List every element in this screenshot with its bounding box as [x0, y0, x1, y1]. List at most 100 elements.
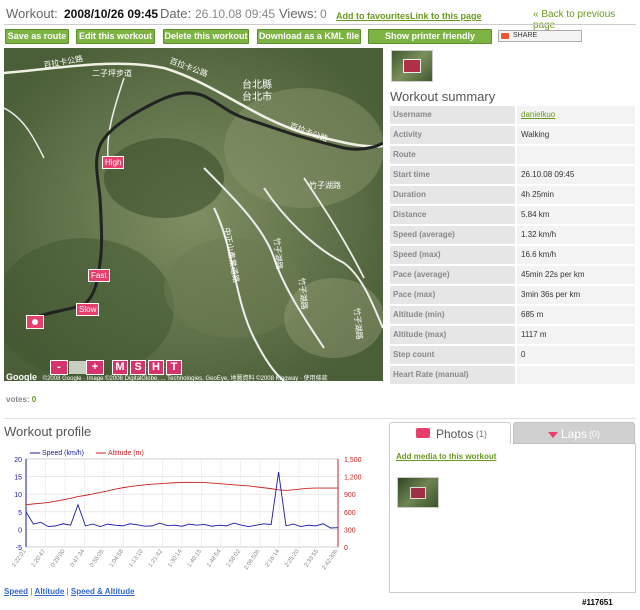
summary-value: 16.6 km/h	[517, 246, 635, 264]
map-marker-high[interactable]: High	[102, 156, 125, 169]
summary-key: Duration	[390, 186, 515, 204]
altitude-chart-link[interactable]: Altitude	[35, 587, 65, 596]
votes: votes: 0	[6, 395, 36, 404]
summary-value: 3min 36s per km	[517, 286, 635, 304]
y-left-tick: 0	[18, 527, 22, 534]
summary-row: Distance 5.84 km	[390, 206, 635, 226]
y-left-tick: 15	[14, 475, 22, 482]
votes-label: votes:	[6, 395, 30, 404]
summary-row: Step count 0	[390, 346, 635, 366]
speed-altitude-chart-link[interactable]: Speed & Altitude	[71, 587, 135, 596]
y-right-tick: 0	[344, 545, 348, 552]
workout-photo-thumbnail[interactable]	[391, 50, 433, 82]
summary-row: Username danielkuo	[390, 106, 635, 126]
summary-row: Start time 26.10.08 09:45	[390, 166, 635, 186]
route-map[interactable]: 台北縣 台北市 百拉卡公路 百拉卡公路 百拉卡公路 中正山產業道路 竹子湖路 竹…	[4, 48, 383, 381]
summary-value: 685 m	[517, 306, 635, 324]
profile-title: Workout profile	[4, 424, 92, 439]
date-value: 26.10.08 09:45	[195, 7, 276, 21]
summary-key: Altitude (min)	[390, 306, 515, 324]
summary-key: Step count	[390, 346, 515, 364]
x-tick-label: 2:33:55	[304, 548, 321, 568]
add-to-favourites-link[interactable]: Add to favourites	[336, 11, 410, 21]
link-to-page-link[interactable]: Link to this page	[410, 11, 482, 21]
y-right-tick: 1,500	[344, 457, 362, 464]
camera-icon	[416, 428, 430, 438]
back-to-previous-link[interactable]: « Back to previous page	[533, 9, 640, 31]
tab-laps[interactable]: Laps (0)	[513, 422, 635, 444]
download-kml-button[interactable]: Download as a KML file	[257, 29, 361, 44]
map-copyright: ©2008 Google · Image ©2008 DigitalGlobe,…	[42, 376, 328, 382]
summary-key: Speed (max)	[390, 246, 515, 264]
media-panel	[389, 443, 636, 593]
username-link[interactable]: danielkuo	[517, 106, 635, 124]
photos-tab-label: Photos	[436, 427, 474, 441]
x-tick-label: 1:13:10	[128, 548, 145, 568]
summary-key: Pace (average)	[390, 266, 515, 284]
summary-table: Username danielkuo Activity Walking Route Sta…	[390, 106, 635, 386]
map-label-county: 台北縣	[242, 78, 272, 91]
workout-header: Workout: 2008/10/26 09:45 Date: 26.10.08…	[0, 0, 640, 31]
photo-marker-icon	[410, 487, 426, 499]
summary-key: Activity	[390, 126, 515, 144]
views-count: 0	[320, 7, 327, 21]
map-label-trail: 二子坪步道	[92, 68, 132, 78]
legend-speed-label: Speed (km/h)	[42, 450, 84, 457]
delete-workout-button[interactable]: Delete this workout	[163, 29, 249, 44]
summary-key: Start time	[390, 166, 515, 184]
summary-value: 45min 22s per km	[517, 266, 635, 284]
votes-count: 0	[31, 395, 37, 404]
workout-profile-chart: -50510152003006009001,2001,5001:22:01 1:2…	[11, 450, 362, 572]
printer-friendly-button[interactable]: Show printer friendly version	[368, 29, 492, 54]
google-logo: Google	[6, 372, 37, 382]
summary-value: 26.10.08 09:45	[517, 166, 635, 184]
share-button[interactable]: SHARE	[498, 30, 582, 42]
summary-row: Route	[390, 146, 635, 166]
map-marker-fast[interactable]: Fast	[88, 269, 110, 282]
map-attribution: Google ©2008 Google · Image ©2008 Digita…	[6, 372, 382, 382]
tab-photos[interactable]: Photos (1)	[389, 422, 511, 444]
date-label: Date:	[160, 6, 192, 21]
summary-value: 0	[517, 346, 635, 364]
y-right-tick: 1,200	[344, 475, 362, 482]
summary-row: Activity Walking	[390, 126, 635, 146]
map-label-city: 台北市	[242, 90, 272, 103]
y-left-tick: 10	[14, 492, 22, 499]
summary-row: Pace (max) 3min 36s per km	[390, 286, 635, 306]
speed-chart-link[interactable]: Speed	[4, 587, 28, 596]
save-as-route-button[interactable]: Save as route	[5, 29, 69, 44]
summary-value: 1117 m	[517, 326, 635, 344]
legend-altitude-label: Altitude (m)	[108, 450, 144, 457]
map-satellite-layer: 台北縣 台北市 百拉卡公路 百拉卡公路 百拉卡公路 中正山產業道路 竹子湖路 竹…	[4, 48, 383, 381]
photo-marker-icon	[403, 59, 421, 73]
share-icon	[501, 33, 509, 39]
summary-row: Heart Rate (manual)	[390, 366, 635, 386]
edit-workout-button[interactable]: Edit this workout	[76, 29, 155, 44]
y-right-tick: 600	[344, 510, 356, 517]
summary-row: Altitude (max) 1117 m	[390, 326, 635, 346]
summary-key: Pace (max)	[390, 286, 515, 304]
summary-key: Username	[390, 106, 515, 124]
summary-key: Distance	[390, 206, 515, 224]
map-marker-slow[interactable]: Slow	[76, 303, 100, 316]
x-tick-label: 2:06:50h	[243, 549, 261, 572]
laps-tab-label: Laps	[561, 427, 588, 441]
x-tick-label: 1:40:15	[187, 548, 204, 568]
summary-row: Speed (average) 1.32 km/h	[390, 226, 635, 246]
x-tick-label: 2:25:20	[284, 548, 301, 568]
image-watermark: #117651	[582, 598, 613, 607]
workout-title: 2008/10/26 09:45	[64, 7, 159, 21]
summary-row: Duration 4h 25min	[390, 186, 635, 206]
x-tick-label: 0:56:05	[89, 548, 106, 568]
x-tick-label: 1:20:47	[31, 548, 48, 568]
media-photo-thumbnail[interactable]	[397, 477, 439, 508]
summary-value: 4h 25min	[517, 186, 635, 204]
add-media-link[interactable]: Add media to this workout	[396, 452, 496, 461]
start-camera-icon[interactable]	[26, 315, 44, 329]
summary-value: 1.32 km/h	[517, 226, 635, 244]
share-label: SHARE	[513, 32, 538, 39]
summary-row: Altitude (min) 685 m	[390, 306, 635, 326]
summary-key: Speed (average)	[390, 226, 515, 244]
x-tick-label: 0:29:00	[50, 548, 67, 568]
photos-tab-count: (1)	[476, 429, 487, 439]
